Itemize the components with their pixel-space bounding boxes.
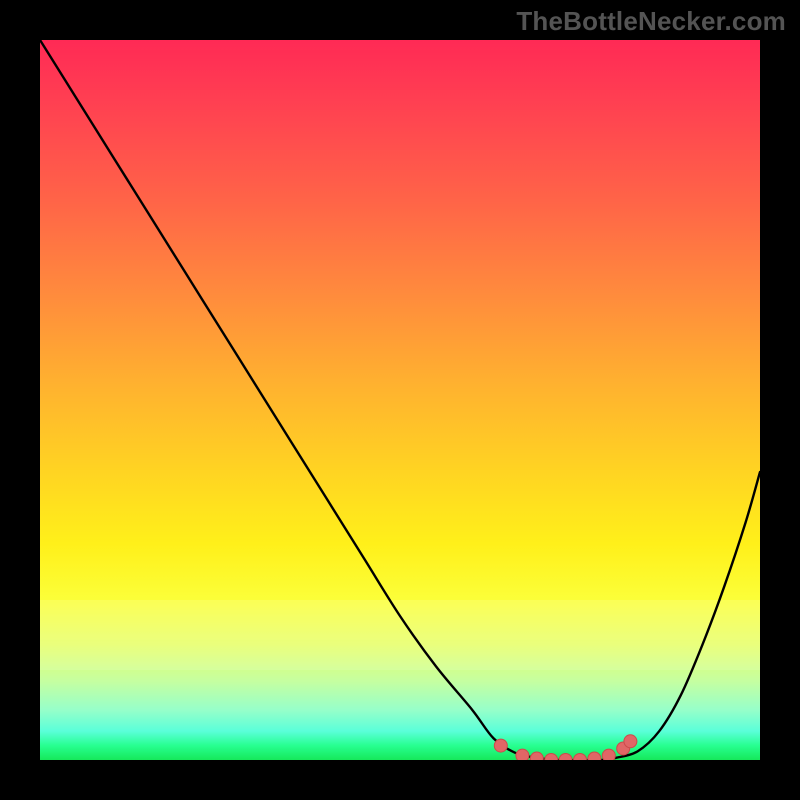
plot-area [40, 40, 760, 760]
watermark-text: TheBottleNecker.com [516, 6, 786, 37]
highlight-band-1 [40, 600, 760, 640]
highlight-band-2 [40, 640, 760, 670]
chart-frame: TheBottleNecker.com [0, 0, 800, 800]
